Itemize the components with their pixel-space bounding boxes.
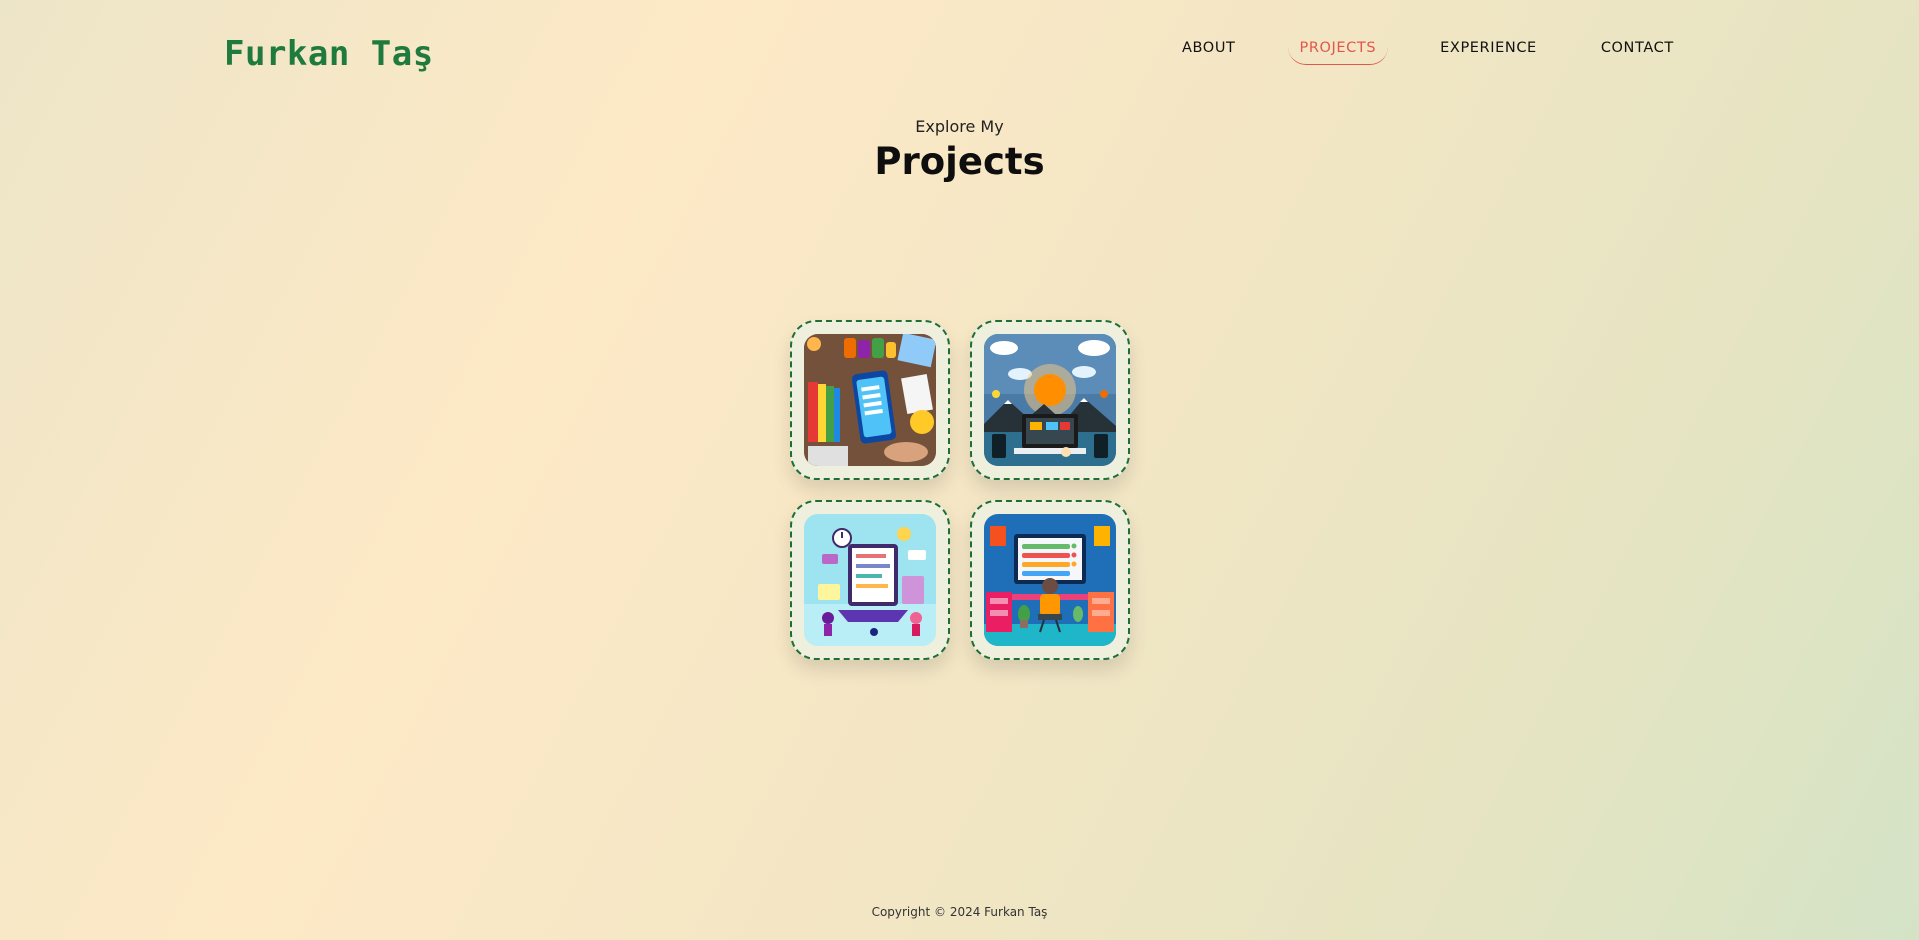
weather-app-illustration-image <box>984 334 1116 466</box>
nav-projects[interactable]: PROJECTS <box>1287 36 1389 65</box>
project-card-4[interactable] <box>970 500 1130 660</box>
project-card-1[interactable] <box>790 320 950 480</box>
projects-grid <box>790 320 1130 660</box>
nav-experience[interactable]: EXPERIENCE <box>1428 36 1549 65</box>
developer-workstation-illustration-image <box>984 514 1116 646</box>
copyright-text: Copyright © 2024 Furkan Taş <box>871 905 1048 919</box>
projects-hero: Explore My Projects <box>0 117 1919 183</box>
nav-about[interactable]: ABOUT <box>1170 36 1248 65</box>
project-card-3[interactable] <box>790 500 950 660</box>
section-subtitle: Explore My <box>915 117 1004 136</box>
main-nav: ABOUT PROJECTS EXPERIENCE CONTACT <box>1170 36 1726 65</box>
section-title: Projects <box>874 140 1045 183</box>
site-logo[interactable]: Furkan Taş <box>224 34 434 74</box>
todo-app-desk-illustration-image <box>804 334 936 466</box>
nav-contact[interactable]: CONTACT <box>1589 36 1686 65</box>
project-card-2[interactable] <box>970 320 1130 480</box>
site-footer: Copyright © 2024 Furkan Taş <box>0 905 1919 919</box>
task-planner-laptop-illustration-image <box>804 514 936 646</box>
